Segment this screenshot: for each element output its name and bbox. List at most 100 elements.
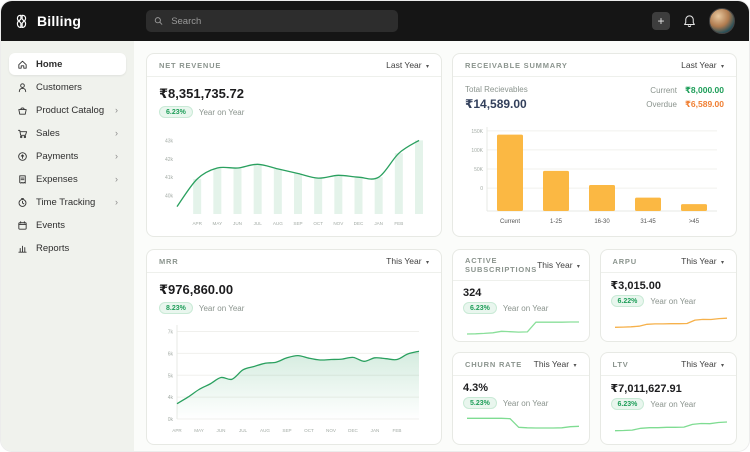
mrr-card: MRR This Year ▾ ₹976,860.00 8.23% Year o…: [146, 249, 442, 445]
chevron-right-icon: ›: [115, 128, 118, 138]
total-receivables-label: Total Recievables: [465, 85, 528, 94]
svg-text:41k: 41k: [165, 175, 174, 181]
svg-text:150K: 150K: [471, 129, 483, 135]
sidebar-item-product-catalog[interactable]: Product Catalog›: [9, 99, 126, 121]
svg-text:JAN: JAN: [371, 428, 380, 433]
svg-text:AUG: AUG: [273, 221, 283, 226]
sidebar-item-events[interactable]: Events: [9, 214, 126, 236]
chevron-down-icon: ▾: [721, 260, 724, 266]
sidebar-item-customers-label: Customers: [36, 82, 82, 93]
sidebar-item-events-label: Events: [36, 220, 65, 231]
churn-rate-period-dropdown[interactable]: This Year ▾: [534, 359, 577, 369]
chevron-down-icon: ▾: [721, 363, 724, 369]
svg-text:NOV: NOV: [333, 221, 344, 226]
sidebar-item-reports[interactable]: Reports: [9, 237, 126, 259]
mrr-period-dropdown[interactable]: This Year ▾: [386, 256, 429, 266]
quick-add-button[interactable]: +: [652, 12, 670, 30]
churn-rate-title: CHURN RATE: [465, 360, 522, 369]
search-box[interactable]: [146, 10, 398, 32]
svg-text:>45: >45: [689, 219, 700, 225]
mrr-chart: 7k6k5k4k0kAPRMAYJUNJULAUGSEPOCTNOVDECJAN…: [151, 317, 429, 435]
svg-text:42k: 42k: [165, 157, 174, 163]
ltv-value: ₹7,011,627.91: [611, 382, 727, 395]
svg-text:MAY: MAY: [213, 221, 223, 226]
svg-text:DEC: DEC: [348, 428, 358, 433]
net-revenue-title: NET REVENUE: [159, 61, 221, 70]
person-icon: [17, 82, 28, 93]
sidebar-item-expenses[interactable]: Expenses›: [9, 168, 126, 190]
active-subscriptions-value: 324: [463, 287, 579, 299]
svg-text:5k: 5k: [168, 373, 174, 379]
active-subscriptions-period-dropdown[interactable]: This Year ▾: [537, 260, 580, 270]
sidebar-item-home[interactable]: Home: [9, 53, 126, 75]
mrr-value: ₹976,860.00: [159, 282, 429, 298]
svg-text:MAY: MAY: [194, 428, 204, 433]
receivable-summary-chart: 150K100K50K0Current1-2516-3031-45>45: [457, 121, 725, 227]
svg-text:0k: 0k: [168, 417, 174, 423]
receipt-icon: [17, 174, 28, 185]
net-revenue-growth-caption: Year on Year: [199, 108, 245, 117]
svg-text:SEP: SEP: [293, 221, 302, 226]
dashboard-row-1: NET REVENUE Last Year ▾ ₹8,351,735.72 6.…: [146, 53, 737, 237]
dashboard-row-2: MRR This Year ▾ ₹976,860.00 8.23% Year o…: [146, 249, 737, 445]
sidebar-item-expenses-label: Expenses: [36, 174, 78, 185]
sidebar: HomeCustomersProduct Catalog›Sales›Payme…: [1, 41, 134, 451]
chevron-down-icon: ▾: [577, 264, 580, 270]
cart-icon: [17, 128, 28, 139]
svg-text:40k: 40k: [165, 194, 174, 200]
net-revenue-period-dropdown[interactable]: Last Year ▾: [386, 60, 429, 70]
mrr-title: MRR: [159, 257, 178, 266]
sidebar-item-payments[interactable]: Payments›: [9, 145, 126, 167]
svg-text:16-30: 16-30: [594, 219, 610, 225]
chevron-right-icon: ›: [115, 197, 118, 207]
svg-text:JUL: JUL: [254, 221, 263, 226]
svg-text:43k: 43k: [165, 138, 174, 144]
active-subscriptions-card: ACTIVE SUBSCRIPTIONS This Year ▾ 324 6.2…: [452, 249, 590, 342]
billing-app-window: Billing + HomeCustomersProduct Catalog›S…: [0, 0, 750, 452]
sidebar-item-customers[interactable]: Customers: [9, 76, 126, 98]
svg-text:AUG: AUG: [260, 428, 270, 433]
churn-rate-growth-badge: 5.23%: [463, 397, 497, 409]
sidebar-item-time-tracking-label: Time Tracking: [36, 197, 95, 208]
sidebar-item-reports-label: Reports: [36, 243, 69, 254]
coin-icon: [17, 151, 28, 162]
sidebar-item-time-tracking[interactable]: Time Tracking ›: [9, 191, 126, 213]
sidebar-item-sales-label: Sales: [36, 128, 60, 139]
mrr-growth-badge: 8.23%: [159, 302, 193, 314]
chevron-right-icon: ›: [115, 151, 118, 161]
ltv-period-dropdown[interactable]: This Year ▾: [681, 359, 724, 369]
current-value: ₹8,000.00: [685, 85, 724, 96]
net-revenue-chart: 43k42k41k40kAPRMAYJUNJULAUGSEPOCTNOVDECJ…: [151, 127, 429, 227]
overdue-label: Overdue: [646, 100, 677, 109]
chevron-right-icon: ›: [115, 105, 118, 115]
ltv-title: LTV: [613, 360, 629, 369]
arpu-card: ARPU This Year ▾ ₹3,015.00 6.22% Year on…: [600, 249, 738, 342]
chevron-down-icon: ▾: [573, 363, 576, 369]
svg-text:OCT: OCT: [304, 428, 314, 433]
sidebar-item-sales[interactable]: Sales ›: [9, 122, 126, 144]
svg-text:4k: 4k: [168, 395, 174, 401]
svg-text:FEB: FEB: [393, 428, 402, 433]
search-input[interactable]: [169, 15, 390, 28]
sidebar-item-home-label: Home: [36, 59, 62, 70]
receivable-period-dropdown[interactable]: Last Year ▾: [681, 60, 724, 70]
billing-logo-icon: [13, 13, 30, 30]
svg-text:JUN: JUN: [217, 428, 226, 433]
app-title: Billing: [37, 13, 81, 29]
user-avatar[interactable]: [709, 8, 735, 34]
topbar: Billing +: [1, 1, 749, 41]
arpu-growth-badge: 6.22%: [611, 295, 645, 307]
arpu-period-dropdown[interactable]: This Year ▾: [681, 256, 724, 266]
active-subscriptions-title: ACTIVE SUBSCRIPTIONS: [465, 256, 537, 274]
home-icon: [17, 59, 28, 70]
chevron-down-icon: ▾: [721, 64, 724, 70]
svg-text:JUL: JUL: [239, 428, 248, 433]
calendar-icon: [17, 220, 28, 231]
active-subscriptions-sparkline: [463, 314, 583, 340]
ltv-growth-badge: 6.23%: [611, 398, 645, 410]
svg-text:JAN: JAN: [374, 221, 383, 226]
notifications-bell-icon[interactable]: [682, 14, 697, 29]
svg-text:JUN: JUN: [233, 221, 242, 226]
churn-rate-card: CHURN RATE This Year ▾ 4.3% 5.23% Year o…: [452, 352, 590, 445]
svg-text:0: 0: [480, 186, 483, 192]
